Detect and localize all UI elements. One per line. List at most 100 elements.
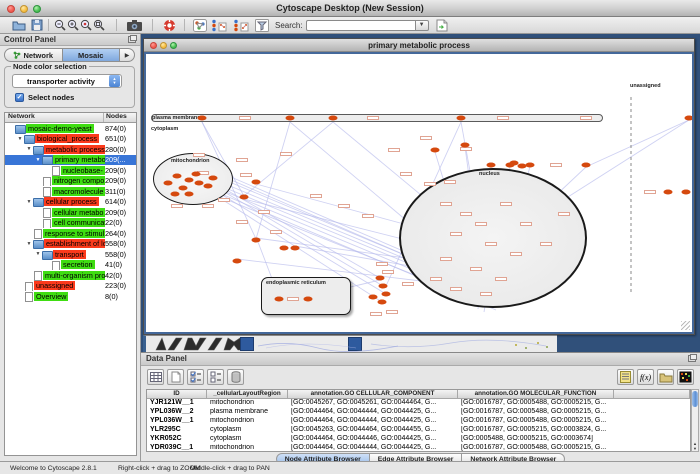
- network-node[interactable]: [382, 292, 391, 297]
- network-node[interactable]: [252, 238, 261, 243]
- network-node[interactable]: [582, 163, 591, 168]
- network-canvas[interactable]: plasma membrane cytoplasm mitochondrion …: [144, 52, 694, 334]
- zoom-selected-region-icon[interactable]: [80, 18, 93, 32]
- network-node[interactable]: [198, 116, 207, 121]
- network-node[interactable]: [173, 174, 182, 179]
- tab-mosaic[interactable]: Mosaic: [62, 49, 121, 61]
- network-node[interactable]: [286, 116, 295, 121]
- network-node[interactable]: [369, 295, 378, 300]
- network-node[interactable]: [378, 300, 387, 305]
- tree-row[interactable]: multi-organism pro42(0): [5, 270, 136, 281]
- zoom-in-icon[interactable]: [67, 18, 80, 32]
- tree-row[interactable]: mosaic-demo-yeast874(0): [5, 123, 136, 134]
- scrollbar-thumb[interactable]: [692, 391, 698, 407]
- tree-row[interactable]: ▼cellular process614(0): [5, 197, 136, 208]
- network-node[interactable]: [171, 192, 180, 197]
- tree-row[interactable]: response to stimul264(0): [5, 228, 136, 239]
- tree-row[interactable]: macromolecule311(0): [5, 186, 136, 197]
- expand-arrow-icon[interactable]: ▼: [16, 136, 24, 142]
- table-row[interactable]: YPL036W__2plasma membrane[GO:0044464, GO…: [147, 408, 690, 417]
- delete-attribute-icon[interactable]: [227, 369, 244, 385]
- expand-arrow-icon[interactable]: ▼: [34, 157, 42, 163]
- tree-row[interactable]: ▼establishment of lo558(0): [5, 239, 136, 250]
- network-node[interactable]: [179, 186, 188, 191]
- create-network-icon[interactable]: [193, 18, 207, 32]
- table-column-header[interactable]: annotation.GO CELLULAR_COMPONENT: [288, 390, 458, 399]
- unselect-attributes-icon[interactable]: [207, 369, 224, 385]
- filters-icon[interactable]: [255, 18, 269, 32]
- expand-arrow-icon[interactable]: ▼: [34, 251, 42, 257]
- table-row[interactable]: YKR052Ccytoplasm[GO:0044464, GO:0044446,…: [147, 435, 690, 444]
- tab-overflow-icon[interactable]: ▶: [120, 49, 134, 61]
- network-node[interactable]: [518, 164, 527, 169]
- table-column-header[interactable]: ID: [147, 390, 207, 399]
- expand-arrow-icon[interactable]: ▼: [25, 199, 33, 205]
- network-node[interactable]: [457, 116, 466, 121]
- table-column-header[interactable]: annotation.GO MOLECULAR_FUNCTION: [458, 390, 614, 399]
- network-node[interactable]: [379, 284, 388, 289]
- resize-grip-icon[interactable]: [681, 321, 690, 330]
- attribute-matrix-icon[interactable]: [677, 369, 694, 385]
- table-row[interactable]: YLR295Ccytoplasm[GO:0045263, GO:0044464,…: [147, 426, 690, 435]
- search-input[interactable]: [306, 20, 416, 31]
- tree-row[interactable]: cellular metabo209(0): [5, 207, 136, 218]
- tree-row[interactable]: ▼biological_process651(0): [5, 134, 136, 145]
- network-node[interactable]: [304, 297, 313, 302]
- background-window-strip[interactable]: [143, 335, 557, 352]
- network-node[interactable]: [685, 116, 694, 121]
- table-row[interactable]: YJR121W__1mitochondrion[GO:0045267, GO:0…: [147, 399, 690, 408]
- network-node[interactable]: [280, 246, 289, 251]
- float-data-panel-icon[interactable]: [688, 355, 696, 362]
- network-node[interactable]: [185, 192, 194, 197]
- help-icon[interactable]: [163, 18, 176, 32]
- network-node[interactable]: [233, 259, 242, 264]
- search-dropdown-icon[interactable]: ▼: [416, 20, 429, 31]
- tree-row[interactable]: cell communicat22(0): [5, 218, 136, 229]
- node-color-dropdown[interactable]: transporter activity ▲▼: [12, 74, 122, 88]
- tree-row[interactable]: Overview8(0): [5, 291, 136, 302]
- tree-row[interactable]: secretion41(0): [5, 260, 136, 271]
- expand-arrow-icon[interactable]: ▼: [25, 146, 33, 152]
- import-icon[interactable]: [436, 18, 448, 32]
- network-node[interactable]: [682, 190, 691, 195]
- network-node[interactable]: [431, 148, 440, 153]
- network-node[interactable]: [275, 297, 284, 302]
- network-node[interactable]: [185, 178, 194, 183]
- tree-row[interactable]: unassigned223(0): [5, 281, 136, 292]
- zoom-fit-icon[interactable]: [93, 18, 106, 32]
- network-node[interactable]: [192, 172, 201, 177]
- table-row[interactable]: YPL036W__1mitochondrion[GO:0044464, GO:0…: [147, 417, 690, 426]
- network-node[interactable]: [209, 176, 218, 181]
- table-row[interactable]: YDR039C__1mitochondrion[GO:0044464, GO:0…: [147, 444, 690, 453]
- expand-arrow-icon[interactable]: ▼: [25, 241, 33, 247]
- network-node[interactable]: [291, 246, 300, 251]
- network-node[interactable]: [526, 163, 535, 168]
- tree-row[interactable]: ▼transport558(0): [5, 249, 136, 260]
- network-node[interactable]: [664, 190, 673, 195]
- zoom-out-icon[interactable]: [54, 18, 67, 32]
- network-node[interactable]: [461, 143, 470, 148]
- snapshot-icon[interactable]: [127, 18, 142, 32]
- network-node[interactable]: [195, 181, 204, 186]
- tree-row[interactable]: nucleobase-209(0): [5, 165, 136, 176]
- vizmapper-legend-icon[interactable]: [233, 18, 249, 32]
- import-attributes-icon[interactable]: [657, 369, 674, 385]
- open-file-icon[interactable]: [12, 18, 26, 32]
- tree-row[interactable]: nitrogen compo209(0): [5, 176, 136, 187]
- tree-row[interactable]: ▼metabolic process280(0): [5, 144, 136, 155]
- save-session-icon[interactable]: [31, 18, 43, 32]
- network-node[interactable]: [240, 195, 249, 200]
- data-panel-scrollbar[interactable]: ▲▼: [691, 389, 699, 452]
- select-nodes-checkbox[interactable]: ✓: [15, 93, 24, 102]
- network-node[interactable]: [252, 180, 261, 185]
- function-builder-icon[interactable]: f(x): [637, 369, 654, 385]
- vizmapper-icon[interactable]: [211, 18, 227, 32]
- select-attributes-icon[interactable]: [187, 369, 204, 385]
- network-node[interactable]: [487, 163, 496, 168]
- network-node[interactable]: [164, 181, 173, 186]
- network-node[interactable]: [204, 184, 213, 189]
- tab-network[interactable]: Network: [5, 49, 62, 61]
- network-node[interactable]: [376, 276, 385, 281]
- scrollbar-arrows-icon[interactable]: ▲▼: [692, 441, 698, 451]
- network-window-titlebar[interactable]: primary metabolic process: [144, 39, 694, 52]
